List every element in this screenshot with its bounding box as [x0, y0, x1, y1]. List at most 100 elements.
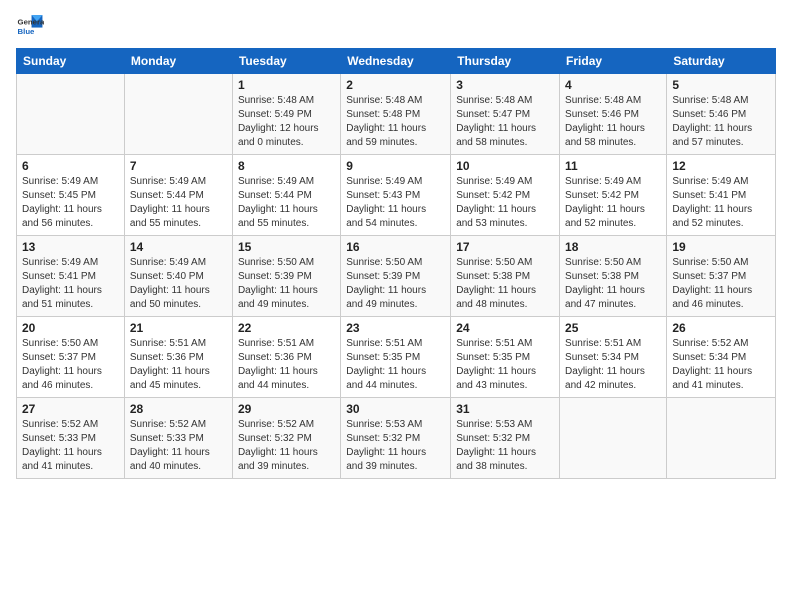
page: General Blue SundayMondayTuesdayWednesda…: [0, 0, 792, 612]
calendar-cell: 31 Sunrise: 5:53 AM Sunset: 5:32 PM Dayl…: [451, 398, 560, 479]
weekday-header-cell: Sunday: [17, 49, 125, 74]
calendar-cell: 26 Sunrise: 5:52 AM Sunset: 5:34 PM Dayl…: [667, 317, 776, 398]
calendar-cell: 1 Sunrise: 5:48 AM Sunset: 5:49 PM Dayli…: [232, 74, 340, 155]
weekday-header-cell: Tuesday: [232, 49, 340, 74]
cell-content: Sunrise: 5:49 AM Sunset: 5:43 PM Dayligh…: [346, 175, 445, 231]
calendar-cell: [667, 398, 776, 479]
cell-content: Sunrise: 5:49 AM Sunset: 5:41 PM Dayligh…: [672, 175, 770, 231]
calendar-cell: 22 Sunrise: 5:51 AM Sunset: 5:36 PM Dayl…: [232, 317, 340, 398]
day-number: 17: [456, 240, 554, 254]
day-number: 24: [456, 321, 554, 335]
cell-content: Sunrise: 5:48 AM Sunset: 5:48 PM Dayligh…: [346, 94, 445, 150]
day-number: 12: [672, 159, 770, 173]
day-number: 22: [238, 321, 335, 335]
calendar-cell: 10 Sunrise: 5:49 AM Sunset: 5:42 PM Dayl…: [451, 155, 560, 236]
day-number: 31: [456, 402, 554, 416]
logo: General Blue: [16, 12, 44, 40]
calendar-cell: 16 Sunrise: 5:50 AM Sunset: 5:39 PM Dayl…: [341, 236, 451, 317]
cell-content: Sunrise: 5:51 AM Sunset: 5:34 PM Dayligh…: [565, 337, 661, 393]
cell-content: Sunrise: 5:51 AM Sunset: 5:36 PM Dayligh…: [238, 337, 335, 393]
day-number: 13: [22, 240, 119, 254]
calendar-cell: 14 Sunrise: 5:49 AM Sunset: 5:40 PM Dayl…: [124, 236, 232, 317]
cell-content: Sunrise: 5:50 AM Sunset: 5:38 PM Dayligh…: [456, 256, 554, 312]
day-number: 4: [565, 78, 661, 92]
day-number: 15: [238, 240, 335, 254]
day-number: 9: [346, 159, 445, 173]
day-number: 10: [456, 159, 554, 173]
day-number: 8: [238, 159, 335, 173]
cell-content: Sunrise: 5:50 AM Sunset: 5:39 PM Dayligh…: [346, 256, 445, 312]
calendar-cell: 7 Sunrise: 5:49 AM Sunset: 5:44 PM Dayli…: [124, 155, 232, 236]
calendar-body: 1 Sunrise: 5:48 AM Sunset: 5:49 PM Dayli…: [17, 74, 776, 479]
calendar-cell: [560, 398, 667, 479]
weekday-header-cell: Wednesday: [341, 49, 451, 74]
calendar-week-row: 13 Sunrise: 5:49 AM Sunset: 5:41 PM Dayl…: [17, 236, 776, 317]
svg-text:General: General: [18, 17, 44, 26]
calendar-cell: 8 Sunrise: 5:49 AM Sunset: 5:44 PM Dayli…: [232, 155, 340, 236]
cell-content: Sunrise: 5:50 AM Sunset: 5:39 PM Dayligh…: [238, 256, 335, 312]
cell-content: Sunrise: 5:51 AM Sunset: 5:35 PM Dayligh…: [346, 337, 445, 393]
day-number: 23: [346, 321, 445, 335]
calendar-cell: 25 Sunrise: 5:51 AM Sunset: 5:34 PM Dayl…: [560, 317, 667, 398]
day-number: 26: [672, 321, 770, 335]
cell-content: Sunrise: 5:49 AM Sunset: 5:42 PM Dayligh…: [456, 175, 554, 231]
logo-icon: General Blue: [16, 12, 44, 40]
calendar-cell: 3 Sunrise: 5:48 AM Sunset: 5:47 PM Dayli…: [451, 74, 560, 155]
calendar-cell: 21 Sunrise: 5:51 AM Sunset: 5:36 PM Dayl…: [124, 317, 232, 398]
cell-content: Sunrise: 5:49 AM Sunset: 5:41 PM Dayligh…: [22, 256, 119, 312]
calendar-cell: 28 Sunrise: 5:52 AM Sunset: 5:33 PM Dayl…: [124, 398, 232, 479]
cell-content: Sunrise: 5:52 AM Sunset: 5:34 PM Dayligh…: [672, 337, 770, 393]
day-number: 7: [130, 159, 227, 173]
day-number: 11: [565, 159, 661, 173]
day-number: 28: [130, 402, 227, 416]
day-number: 16: [346, 240, 445, 254]
calendar-cell: 2 Sunrise: 5:48 AM Sunset: 5:48 PM Dayli…: [341, 74, 451, 155]
cell-content: Sunrise: 5:52 AM Sunset: 5:33 PM Dayligh…: [130, 418, 227, 474]
calendar-cell: 5 Sunrise: 5:48 AM Sunset: 5:46 PM Dayli…: [667, 74, 776, 155]
cell-content: Sunrise: 5:49 AM Sunset: 5:44 PM Dayligh…: [130, 175, 227, 231]
calendar-cell: 12 Sunrise: 5:49 AM Sunset: 5:41 PM Dayl…: [667, 155, 776, 236]
calendar-cell: 4 Sunrise: 5:48 AM Sunset: 5:46 PM Dayli…: [560, 74, 667, 155]
day-number: 18: [565, 240, 661, 254]
calendar-week-row: 27 Sunrise: 5:52 AM Sunset: 5:33 PM Dayl…: [17, 398, 776, 479]
cell-content: Sunrise: 5:52 AM Sunset: 5:33 PM Dayligh…: [22, 418, 119, 474]
day-number: 29: [238, 402, 335, 416]
day-number: 27: [22, 402, 119, 416]
calendar-week-row: 6 Sunrise: 5:49 AM Sunset: 5:45 PM Dayli…: [17, 155, 776, 236]
cell-content: Sunrise: 5:48 AM Sunset: 5:49 PM Dayligh…: [238, 94, 335, 150]
calendar-cell: [124, 74, 232, 155]
cell-content: Sunrise: 5:49 AM Sunset: 5:42 PM Dayligh…: [565, 175, 661, 231]
cell-content: Sunrise: 5:48 AM Sunset: 5:47 PM Dayligh…: [456, 94, 554, 150]
calendar-cell: 17 Sunrise: 5:50 AM Sunset: 5:38 PM Dayl…: [451, 236, 560, 317]
calendar-cell: 11 Sunrise: 5:49 AM Sunset: 5:42 PM Dayl…: [560, 155, 667, 236]
weekday-header-cell: Monday: [124, 49, 232, 74]
cell-content: Sunrise: 5:50 AM Sunset: 5:38 PM Dayligh…: [565, 256, 661, 312]
calendar-cell: 27 Sunrise: 5:52 AM Sunset: 5:33 PM Dayl…: [17, 398, 125, 479]
cell-content: Sunrise: 5:49 AM Sunset: 5:44 PM Dayligh…: [238, 175, 335, 231]
weekday-header-row: SundayMondayTuesdayWednesdayThursdayFrid…: [17, 49, 776, 74]
calendar-cell: 23 Sunrise: 5:51 AM Sunset: 5:35 PM Dayl…: [341, 317, 451, 398]
calendar-cell: [17, 74, 125, 155]
calendar-cell: 29 Sunrise: 5:52 AM Sunset: 5:32 PM Dayl…: [232, 398, 340, 479]
calendar-cell: 19 Sunrise: 5:50 AM Sunset: 5:37 PM Dayl…: [667, 236, 776, 317]
weekday-header-cell: Thursday: [451, 49, 560, 74]
calendar-cell: 18 Sunrise: 5:50 AM Sunset: 5:38 PM Dayl…: [560, 236, 667, 317]
weekday-header-cell: Saturday: [667, 49, 776, 74]
cell-content: Sunrise: 5:49 AM Sunset: 5:45 PM Dayligh…: [22, 175, 119, 231]
cell-content: Sunrise: 5:48 AM Sunset: 5:46 PM Dayligh…: [672, 94, 770, 150]
day-number: 1: [238, 78, 335, 92]
day-number: 2: [346, 78, 445, 92]
cell-content: Sunrise: 5:50 AM Sunset: 5:37 PM Dayligh…: [672, 256, 770, 312]
svg-text:Blue: Blue: [18, 27, 36, 36]
cell-content: Sunrise: 5:52 AM Sunset: 5:32 PM Dayligh…: [238, 418, 335, 474]
day-number: 3: [456, 78, 554, 92]
day-number: 21: [130, 321, 227, 335]
cell-content: Sunrise: 5:48 AM Sunset: 5:46 PM Dayligh…: [565, 94, 661, 150]
day-number: 6: [22, 159, 119, 173]
calendar-week-row: 1 Sunrise: 5:48 AM Sunset: 5:49 PM Dayli…: [17, 74, 776, 155]
calendar-cell: 24 Sunrise: 5:51 AM Sunset: 5:35 PM Dayl…: [451, 317, 560, 398]
day-number: 30: [346, 402, 445, 416]
day-number: 14: [130, 240, 227, 254]
calendar-week-row: 20 Sunrise: 5:50 AM Sunset: 5:37 PM Dayl…: [17, 317, 776, 398]
day-number: 19: [672, 240, 770, 254]
